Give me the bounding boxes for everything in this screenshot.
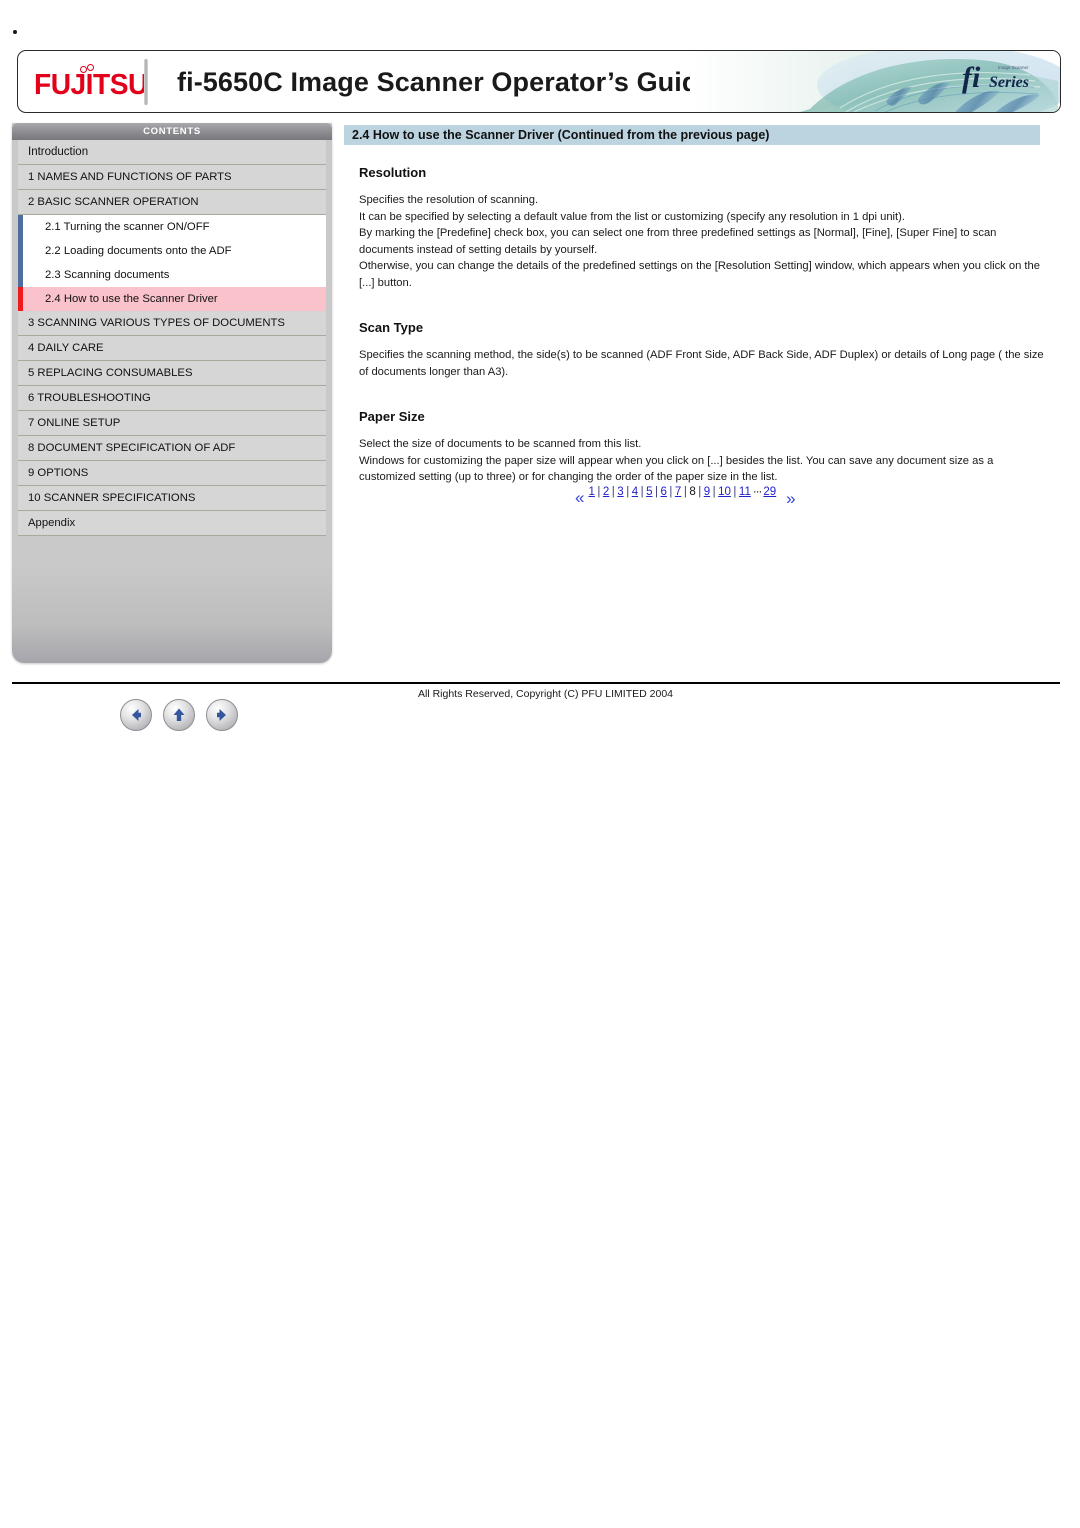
section-body-resolution: Specifies the resolution of scanning. It… xyxy=(359,192,1049,291)
sidebar-item-scanning-various-types[interactable]: 3 SCANNING VARIOUS TYPES OF DOCUMENTS xyxy=(18,311,326,336)
section-heading-resolution: Resolution xyxy=(359,165,427,180)
pagination-page-6[interactable]: 6 xyxy=(660,486,668,498)
section-body-paper-size: Select the size of documents to be scann… xyxy=(359,436,1049,486)
pagination-page-3[interactable]: 3 xyxy=(616,486,624,498)
pagination-page-5[interactable]: 5 xyxy=(645,486,653,498)
table-of-contents: Introduction 1 NAMES AND FUNCTIONS OF PA… xyxy=(18,140,326,536)
pagination-page-4[interactable]: 4 xyxy=(631,486,639,498)
pagination: « 1 | 2 | 3 | 4 | 5 | 6 | 7 | 8 | 9 | 10… xyxy=(571,481,797,507)
back-button[interactable] xyxy=(120,699,152,731)
svg-text:fi: fi xyxy=(962,61,981,94)
section-heading-scan-type: Scan Type xyxy=(359,320,424,335)
main-content: Resolution Specifies the resolution of s… xyxy=(359,165,1049,486)
sidebar-item-document-specification[interactable]: 8 DOCUMENT SPECIFICATION OF ADF xyxy=(18,436,326,461)
paragraph: Specifies the scanning method, the side(… xyxy=(359,349,1044,378)
pagination-page-10[interactable]: 10 xyxy=(717,486,732,498)
fujitsu-infinity-loop-icon xyxy=(80,64,97,74)
fi-series-brand-art: fi Series Image Scanner xyxy=(690,51,1060,112)
svg-text:Series: Series xyxy=(989,74,1029,91)
sidebar-item-introduction[interactable]: Introduction xyxy=(18,140,326,165)
sidebar-item-daily-care[interactable]: 4 DAILY CARE xyxy=(18,336,326,361)
sidebar-item-2-2-loading-documents[interactable]: 2.2 Loading documents onto the ADF xyxy=(18,239,326,263)
paragraph: It can be specified by selecting a defau… xyxy=(359,210,905,223)
pagination-ellipsis: ··· xyxy=(752,486,762,498)
fujitsu-logo: FUJITSU xyxy=(34,62,148,102)
sidebar-item-names-and-functions[interactable]: 1 NAMES AND FUNCTIONS OF PARTS xyxy=(18,165,326,190)
up-button[interactable] xyxy=(163,699,195,731)
arrow-right-icon xyxy=(217,709,226,721)
sidebar-contents-header: CONTENTS xyxy=(12,123,332,140)
svg-text:Image Scanner: Image Scanner xyxy=(998,65,1029,70)
paragraph: By marking the [Predefine] check box, yo… xyxy=(359,227,997,256)
header-divider xyxy=(144,59,148,105)
sidebar-item-options[interactable]: 9 OPTIONS xyxy=(18,461,326,486)
paragraph: Otherwise, you can change the details of… xyxy=(359,260,1040,289)
sidebar-item-2-1-turning-scanner[interactable]: 2.1 Turning the scanner ON/OFF xyxy=(18,215,326,239)
sidebar-item-scanner-specifications[interactable]: 10 SCANNER SPECIFICATIONS xyxy=(18,486,326,511)
sidebar-item-replacing-consumables[interactable]: 5 REPLACING CONSUMABLES xyxy=(18,361,326,386)
pagination-page-1[interactable]: 1 xyxy=(587,486,595,498)
sidebar-item-2-4-scanner-driver[interactable]: 2.4 How to use the Scanner Driver xyxy=(18,287,326,311)
pagination-page-11[interactable]: 11 xyxy=(738,486,752,498)
paragraph: Specifies the resolution of scanning. xyxy=(359,194,539,206)
paragraph: Select the size of documents to be scann… xyxy=(359,438,642,450)
footer-divider xyxy=(12,682,1060,684)
pagination-previous-icon[interactable]: « xyxy=(571,489,585,506)
section-heading-paper-size: Paper Size xyxy=(359,409,425,424)
pagination-page-2[interactable]: 2 xyxy=(602,486,610,498)
pagination-page-9[interactable]: 9 xyxy=(703,486,711,498)
pagination-page-7[interactable]: 7 xyxy=(674,486,682,498)
sidebar: CONTENTS Introduction 1 NAMES AND FUNCTI… xyxy=(12,123,332,736)
sidebar-item-appendix[interactable]: Appendix xyxy=(18,511,326,536)
document-title: fi-5650C Image Scanner Operator’s Guide xyxy=(177,67,714,97)
page-title: 2.4 How to use the Scanner Driver (Conti… xyxy=(344,125,1040,145)
sidebar-item-troubleshooting[interactable]: 6 TROUBLESHOOTING xyxy=(18,386,326,411)
arrow-up-icon xyxy=(173,708,185,721)
footer-copyright: All Rights Reserved, Copyright (C) PFU L… xyxy=(418,688,673,700)
sidebar-item-online-setup[interactable]: 7 ONLINE SETUP xyxy=(18,411,326,436)
arrow-left-icon xyxy=(132,709,141,721)
sidebar-item-2-3-scanning-documents[interactable]: 2.3 Scanning documents xyxy=(18,263,326,287)
forward-button[interactable] xyxy=(206,699,238,731)
scan-artifact-dot xyxy=(13,30,17,34)
sidebar-navigation-buttons xyxy=(111,694,247,736)
page-header: FUJITSU fi-5650C Image Scanner Operator’… xyxy=(17,50,1061,113)
pagination-next-icon[interactable]: » xyxy=(782,490,796,507)
pagination-current-page: 8 xyxy=(689,486,696,498)
pagination-page-29[interactable]: 29 xyxy=(762,486,777,498)
section-body-scan-type: Specifies the scanning method, the side(… xyxy=(359,347,1049,380)
sidebar-item-basic-scanner-operation[interactable]: 2 BASIC SCANNER OPERATION xyxy=(18,190,326,215)
